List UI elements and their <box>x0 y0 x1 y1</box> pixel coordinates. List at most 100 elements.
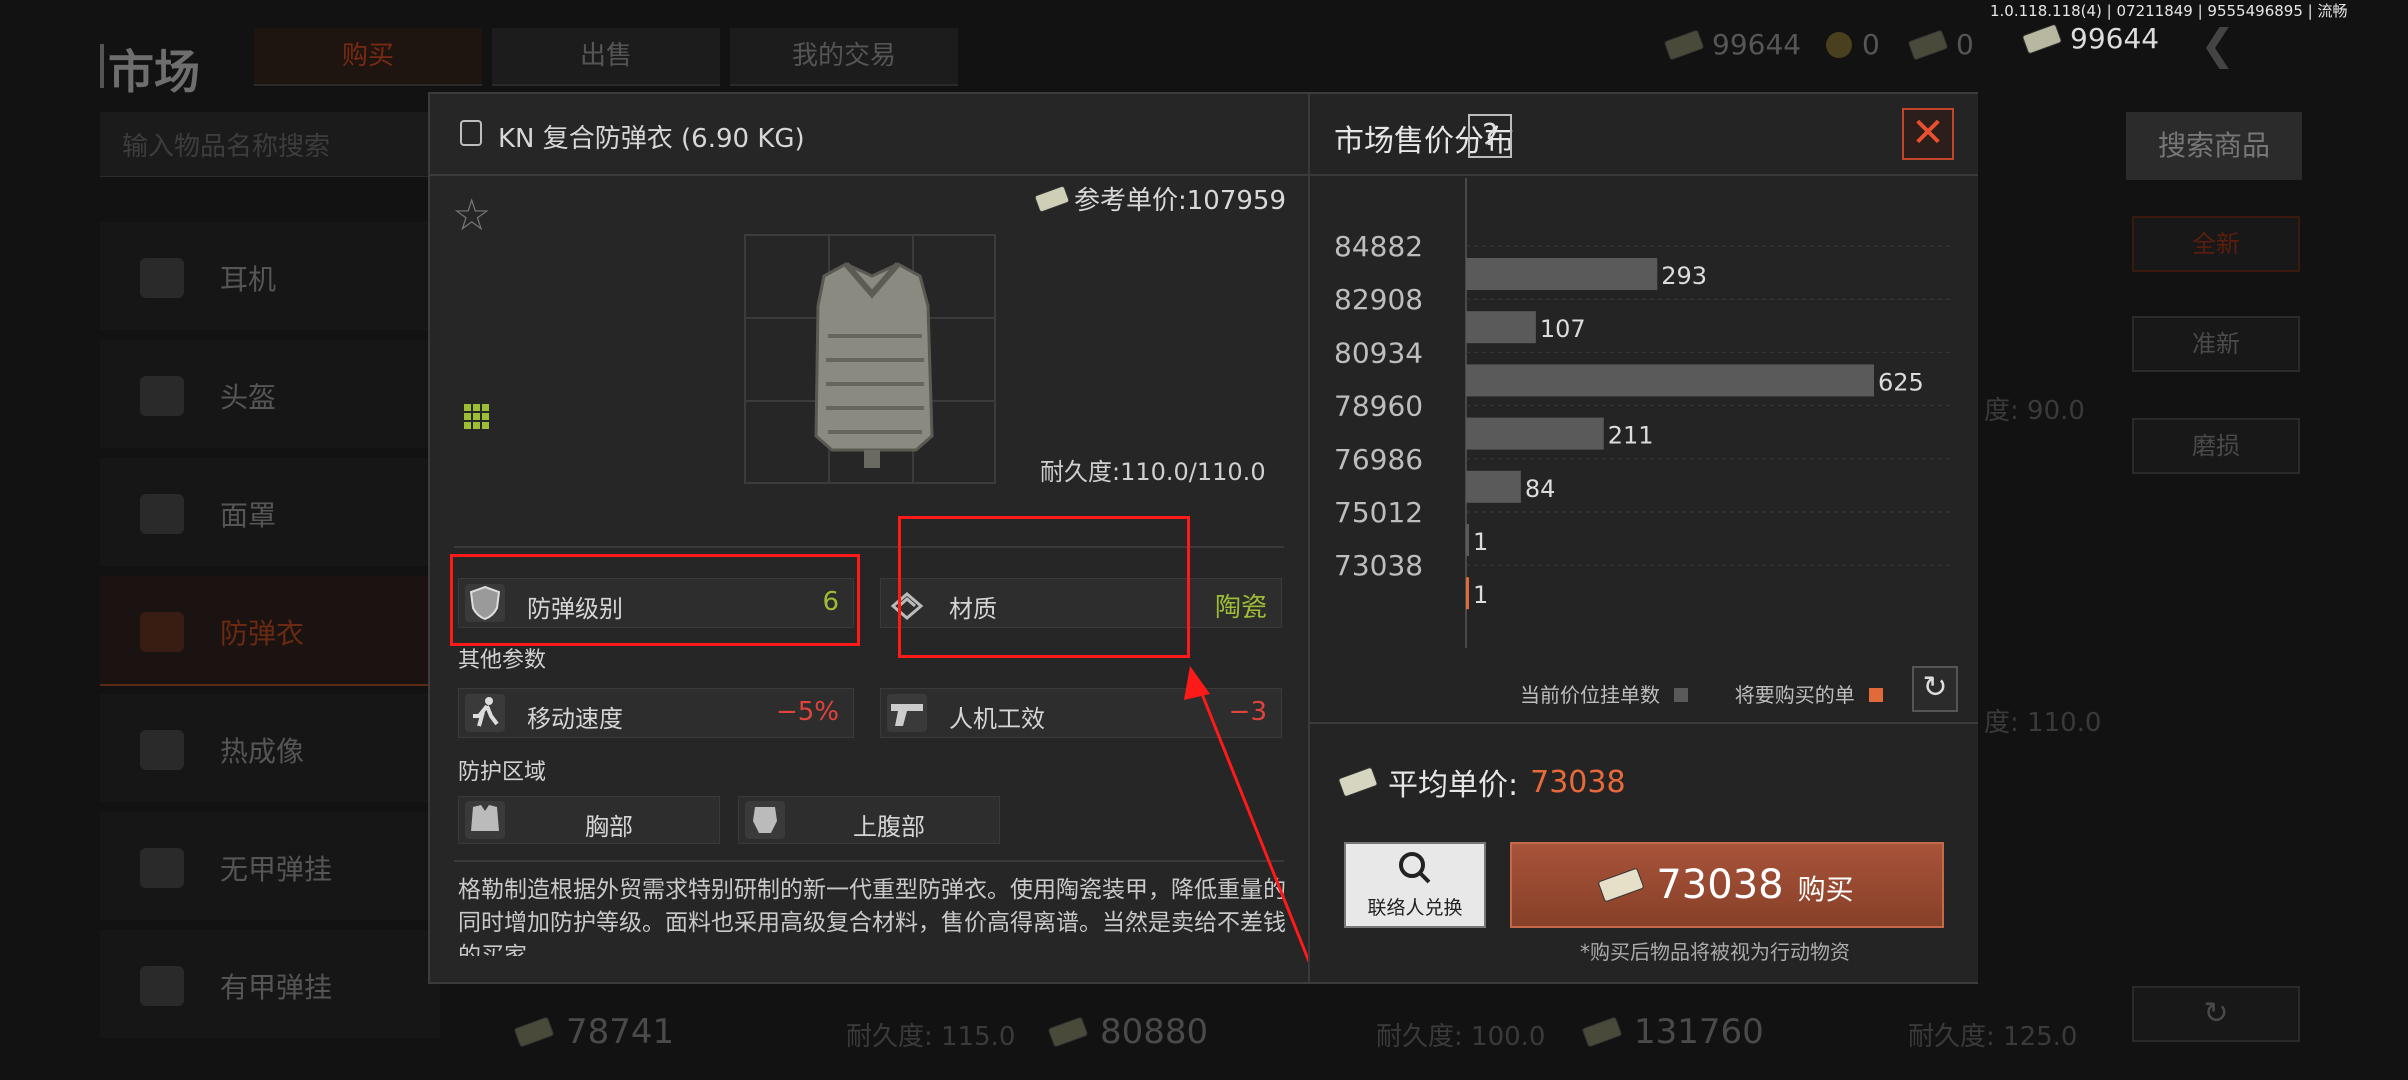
favorite-star-icon[interactable]: ☆ <box>452 190 491 241</box>
currency-cash: 99644 <box>1663 28 1801 61</box>
sidebar-item-rig[interactable]: 无甲弹挂 <box>100 812 440 920</box>
divider <box>1310 722 1978 724</box>
chart-tick-label: 84882 <box>1334 230 1423 263</box>
sidebar-item-label: 有甲弹挂 <box>220 971 333 1004</box>
listing-price[interactable]: 78741 <box>513 1012 674 1052</box>
build-info: 1.0.118.118(4) | 07211849 | 9555496895 |… <box>1990 2 2348 20</box>
tab-sell[interactable]: 出售 <box>492 28 720 86</box>
material-value: 陶瓷 <box>1214 593 1267 623</box>
mask-icon <box>140 494 184 534</box>
reference-price: 参考单价:107959 <box>1033 180 1287 217</box>
sidebar-item-label: 耳机 <box>220 263 277 296</box>
help-button[interactable]: ? <box>1468 114 1512 158</box>
pistol-icon <box>887 694 927 732</box>
chart-data-label: 211 <box>1608 422 1654 450</box>
sidebar-item-label: 热成像 <box>220 735 305 768</box>
item-image-grid <box>744 234 996 484</box>
search-icon <box>1399 852 1431 884</box>
running-man-icon <box>465 694 505 732</box>
rig-icon <box>140 848 184 888</box>
item-detail-modal: KN 复合防弹衣 (6.90 KG) ☆ 参考单价:107959 耐久度:110… <box>428 92 1978 984</box>
search-placeholder: 输入物品名称搜索 <box>122 132 331 162</box>
listing-price[interactable]: 131760 <box>1581 1012 1764 1052</box>
sidebar-item-label: 头盔 <box>220 381 277 414</box>
currency-bond: 0 <box>1907 28 1974 61</box>
cash-icon <box>1581 1016 1623 1048</box>
sidebar-item-helmet[interactable]: 头盔 <box>100 340 440 448</box>
page-title: 市场 <box>108 45 200 99</box>
sidebar-item-headset[interactable]: 耳机 <box>100 222 440 330</box>
buy-label: 购买 <box>1797 873 1854 906</box>
move-speed-value: −5% <box>775 697 839 727</box>
sidebar-item-label: 无甲弹挂 <box>220 853 333 886</box>
purchase-note: *购买后物品将被视为行动物资 <box>1580 940 1850 964</box>
listing-durability: 度: 90.0 <box>1984 396 2085 426</box>
buy-price: 73038 <box>1656 862 1784 908</box>
legend-buy-swatch <box>1869 688 1884 702</box>
chart-tick-label: 75012 <box>1334 496 1423 529</box>
bg-refresh-icon[interactable]: ↻ <box>2132 986 2300 1042</box>
listing-durability: 耐久度: 100.0 <box>1376 1022 1546 1052</box>
armored-rig-icon <box>140 966 184 1006</box>
contact-exchange-button[interactable]: 联络人兑换 <box>1344 842 1486 928</box>
chart-data-label: 1 <box>1473 528 1488 556</box>
chart-bar <box>1466 470 1521 503</box>
item-title: KN 复合防弹衣 (6.90 KG) <box>498 124 805 154</box>
divider <box>430 174 1308 176</box>
tab-my-trades[interactable]: 我的交易 <box>730 28 958 86</box>
cash-icon <box>1033 184 1071 213</box>
filter-like-new[interactable]: 准新 <box>2132 316 2300 372</box>
chart-bar <box>1466 417 1604 450</box>
cash-icon <box>1597 867 1645 903</box>
reference-price-text: 参考单价:107959 <box>1074 186 1287 216</box>
chart-tick-label: 73038 <box>1334 549 1423 582</box>
title-accent <box>100 44 104 88</box>
highlight-box-armor-level <box>450 554 860 646</box>
legend-current-label: 当前价位挂单数 <box>1520 683 1660 707</box>
chart-bar <box>1466 258 1658 290</box>
average-price: 平均单价: 73038 <box>1337 760 1626 804</box>
sidebar-item-label: 面罩 <box>220 499 277 532</box>
sidebar-item-thermal[interactable]: 热成像 <box>100 694 440 802</box>
average-price-label: 平均单价: <box>1388 768 1519 803</box>
thermal-icon <box>140 730 184 770</box>
average-price-value: 73038 <box>1530 764 1626 800</box>
price-distribution-chart: 84882 293 82908 107 80934 625 78960 211 76986 84 7… <box>1334 178 1950 648</box>
chart-bar <box>1466 311 1536 344</box>
currency-main: 99644 <box>2021 22 2159 55</box>
zone-upper-abdomen: 上腹部 <box>738 796 1000 844</box>
zone-label: 上腹部 <box>853 813 925 841</box>
listing-price[interactable]: 80880 <box>1047 1012 1209 1052</box>
currency-value: 0 <box>1862 28 1880 61</box>
tab-buy[interactable]: 购买 <box>254 28 482 86</box>
filter-brand-new[interactable]: 全新 <box>2132 216 2300 272</box>
sidebar-item-armor[interactable]: 防弹衣 <box>100 576 440 686</box>
armor-icon <box>140 612 184 652</box>
sidebar-item-armored-rig[interactable]: 有甲弹挂 <box>100 930 440 1038</box>
listing-price-value: 131760 <box>1634 1012 1764 1052</box>
filter-worn[interactable]: 磨损 <box>2132 418 2300 474</box>
headset-icon <box>140 258 184 298</box>
listing-price-value: 80880 <box>1100 1012 1209 1052</box>
chart-legend: 当前价位挂单数 将要购买的单 <box>1520 679 1884 708</box>
sidebar-item-label: 防弹衣 <box>220 617 305 650</box>
back-arrow-icon[interactable]: ❮ <box>2200 20 2235 69</box>
chart-data-label: 1 <box>1473 581 1488 609</box>
chart-tick-label: 80934 <box>1334 336 1423 369</box>
chart-tick-label: 78960 <box>1334 390 1423 423</box>
refresh-button[interactable]: ↻ <box>1912 666 1958 712</box>
cash-icon <box>2021 22 2063 55</box>
listing-durability: 耐久度: 125.0 <box>1908 1022 2078 1052</box>
move-speed-label: 移动速度 <box>527 705 623 733</box>
chart-tick-label: 82908 <box>1334 283 1423 316</box>
buy-button[interactable]: 73038 购买 <box>1510 842 1944 928</box>
armor-vest-image <box>814 262 934 468</box>
cash-icon <box>1663 28 1705 61</box>
chart-data-label: 625 <box>1878 368 1924 396</box>
search-button[interactable]: 搜索商品 <box>2126 112 2302 180</box>
durability-text: 耐久度:110.0/110.0 <box>1040 458 1266 486</box>
currency-coin: 0 <box>1826 28 1880 61</box>
sidebar-item-mask[interactable]: 面罩 <box>100 458 440 566</box>
close-button[interactable]: ✕ <box>1902 108 1954 160</box>
move-speed-stat: 移动速度 −5% <box>458 688 854 738</box>
